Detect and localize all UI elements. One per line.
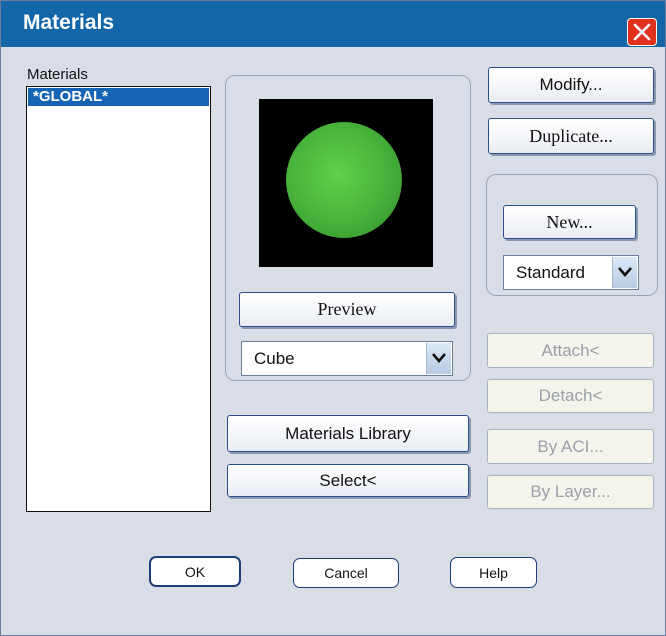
chevron-down-icon <box>618 267 632 277</box>
duplicate-label: Duplicate... <box>529 125 613 146</box>
preview-shape-value: Cube <box>254 349 295 368</box>
select-button[interactable]: Select< <box>227 464 469 497</box>
attach-label: Attach< <box>541 340 600 360</box>
materials-dialog: Materials Materials *GLOBAL* Preview Cub… <box>0 0 666 636</box>
by-layer-label: By Layer... <box>530 482 611 501</box>
dropdown-arrow[interactable] <box>612 257 637 288</box>
close-icon <box>633 23 651 41</box>
materials-listbox[interactable]: *GLOBAL* <box>26 86 211 512</box>
materials-list-label: Materials <box>27 66 88 83</box>
material-preview-image <box>259 99 433 267</box>
modify-label: Modify... <box>539 75 603 94</box>
modify-button[interactable]: Modify... <box>488 67 654 103</box>
by-aci-label: By ACI... <box>537 436 604 456</box>
new-label: New... <box>546 211 593 232</box>
ok-label: OK <box>184 563 206 580</box>
materials-library-label: Materials Library <box>285 423 411 443</box>
material-type-select[interactable]: Standard <box>503 255 639 290</box>
title-bar[interactable]: Materials <box>1 1 665 47</box>
help-button[interactable]: Help <box>450 557 537 588</box>
ok-button[interactable]: OK <box>149 556 241 587</box>
by-aci-button[interactable]: By ACI... <box>487 429 654 464</box>
dialog-title: Materials <box>23 11 115 34</box>
by-layer-button[interactable]: By Layer... <box>487 475 654 509</box>
duplicate-button[interactable]: Duplicate... <box>488 118 654 154</box>
chevron-down-icon <box>432 353 446 363</box>
cancel-label: Cancel <box>324 565 368 581</box>
materials-library-button[interactable]: Materials Library <box>227 415 469 452</box>
cancel-button[interactable]: Cancel <box>293 558 399 588</box>
preview-button-label: Preview <box>317 299 377 319</box>
dropdown-arrow[interactable] <box>426 343 451 374</box>
sphere-preview <box>286 122 402 238</box>
attach-button[interactable]: Attach< <box>487 333 654 368</box>
detach-label: Detach< <box>538 386 603 405</box>
close-button[interactable] <box>627 18 657 46</box>
select-label: Select< <box>319 470 377 490</box>
help-label: Help <box>479 564 508 581</box>
preview-shape-select[interactable]: Cube <box>241 341 453 376</box>
material-type-value: Standard <box>516 263 585 282</box>
detach-button[interactable]: Detach< <box>487 379 654 413</box>
list-item[interactable]: *GLOBAL* <box>28 88 209 106</box>
new-button[interactable]: New... <box>503 205 636 239</box>
preview-button[interactable]: Preview <box>239 292 455 327</box>
